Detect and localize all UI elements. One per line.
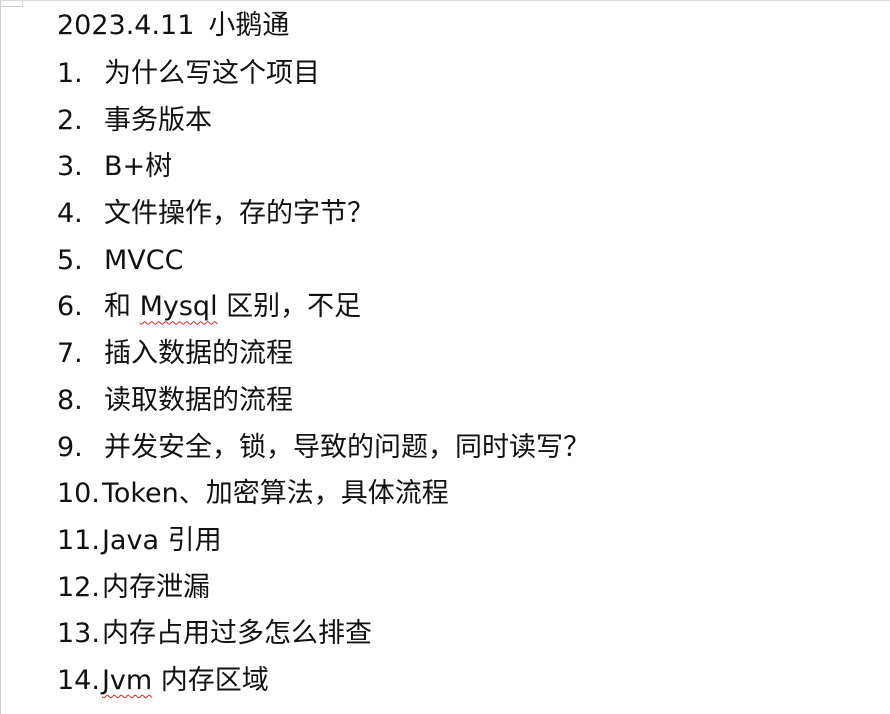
list-item: 8. 读取数据的流程 — [57, 384, 590, 431]
item-number: 5. — [57, 244, 83, 276]
item-text: 文件操作，存的字节？ — [104, 198, 374, 230]
page-corner-mark — [1, 1, 23, 7]
list-item: 7. 插入数据的流程 — [57, 337, 590, 384]
list-item: 2. 事务版本 — [57, 104, 590, 151]
item-text: B+树 — [104, 151, 173, 183]
list-item: 3. B+树 — [57, 150, 590, 197]
item-text: 并发安全，锁，导致的问题，同时读写？ — [104, 431, 590, 463]
item-number: 8. — [57, 384, 83, 416]
item-text: 为什么写这个项目 — [104, 58, 320, 89]
list-item: 10.Token、加密算法，具体流程 — [57, 477, 590, 524]
item-number: 4. — [57, 198, 83, 230]
document-page: 2023.4.11 小鹅通 1. 为什么写这个项目 2. 事务版本 3. B+树 4. 文… — [0, 0, 890, 714]
list-item: 6. 和 Mysql 区别，不足 — [57, 290, 590, 337]
item-number: 9. — [57, 431, 83, 463]
item-number: 13. — [57, 618, 100, 650]
list-item: 4. 文件操作，存的字节？ — [57, 197, 590, 244]
list-item: 13.内存占用过多怎么排查 — [57, 617, 590, 664]
spellcheck-word: Jvm — [101, 664, 153, 696]
item-number: 6. — [57, 291, 83, 323]
title-company: 小鹅通 — [208, 10, 290, 41]
list-item: 14.Jvm 内存区域 — [57, 664, 590, 711]
item-number: 11. — [57, 524, 100, 556]
item-text: 事务版本 — [104, 104, 212, 136]
item-text: Java 引用 — [101, 524, 222, 556]
list-item: 11.Java 引用 — [57, 524, 590, 571]
list-item: 12.内存泄漏 — [57, 571, 590, 618]
item-number: 12. — [57, 571, 100, 603]
list-item: 1. 为什么写这个项目 — [57, 57, 590, 104]
document-title: 2023.4.11 小鹅通 — [57, 9, 289, 43]
item-text: 读取数据的流程 — [104, 384, 293, 416]
item-text-suffix: 区别，不足 — [217, 291, 362, 323]
item-text: MVCC — [104, 244, 184, 276]
list-item: 9. 并发安全，锁，导致的问题，同时读写？ — [57, 431, 590, 478]
item-number: 7. — [57, 338, 83, 370]
item-text: Token、加密算法，具体流程 — [101, 478, 449, 510]
spellcheck-word: Mysql — [139, 291, 218, 323]
item-text: 内存泄漏 — [101, 571, 210, 603]
item-number: 2. — [57, 104, 83, 136]
item-text-prefix: 和 — [104, 291, 140, 323]
item-number: 10. — [57, 478, 100, 510]
item-text-suffix: 内存区域 — [152, 664, 269, 696]
item-text: 插入数据的流程 — [104, 338, 293, 370]
item-number: 14. — [57, 664, 100, 696]
item-number: 3. — [57, 151, 83, 183]
item-number: 1. — [57, 58, 83, 89]
list-item: 5. MVCC — [57, 244, 590, 291]
title-date: 2023.4.11 — [57, 10, 195, 41]
item-text: 内存占用过多怎么排查 — [101, 618, 372, 650]
question-list: 1. 为什么写这个项目 2. 事务版本 3. B+树 4. 文件操作，存的字节？ 5. M… — [57, 57, 590, 711]
